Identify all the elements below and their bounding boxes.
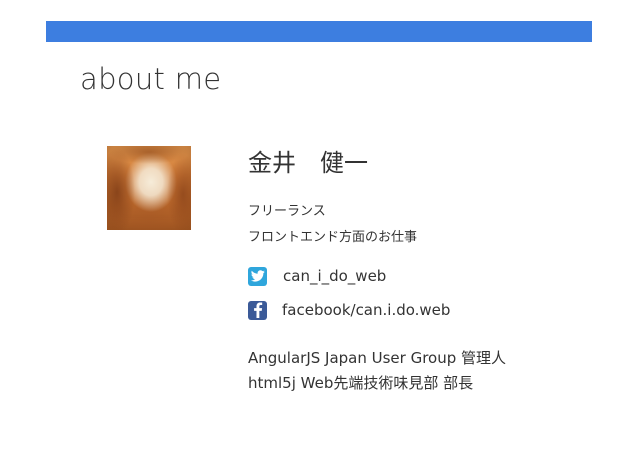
facebook-handle: facebook/can.i.do.web	[282, 301, 451, 319]
twitter-link[interactable]: can_i_do_web	[248, 266, 386, 286]
facebook-link[interactable]: facebook/can.i.do.web	[248, 300, 450, 320]
twitter-bird-icon	[248, 266, 267, 286]
avatar	[107, 146, 191, 230]
header-accent-bar	[46, 21, 592, 42]
profile-role-freelance: フリーランス	[248, 204, 326, 219]
facebook-f-icon	[248, 300, 267, 320]
profile-name: 金井 健一	[248, 149, 368, 177]
avatar-photo-detail	[107, 146, 191, 230]
group-angularjs-japan: AngularJS Japan User Group 管理人	[248, 349, 507, 367]
twitter-handle: can_i_do_web	[283, 267, 387, 285]
slide-title: about me	[80, 62, 222, 96]
group-html5j: html5j Web先端技術味見部 部長	[248, 374, 474, 392]
profile-role-frontend: フロントエンド方面のお仕事	[248, 230, 418, 245]
